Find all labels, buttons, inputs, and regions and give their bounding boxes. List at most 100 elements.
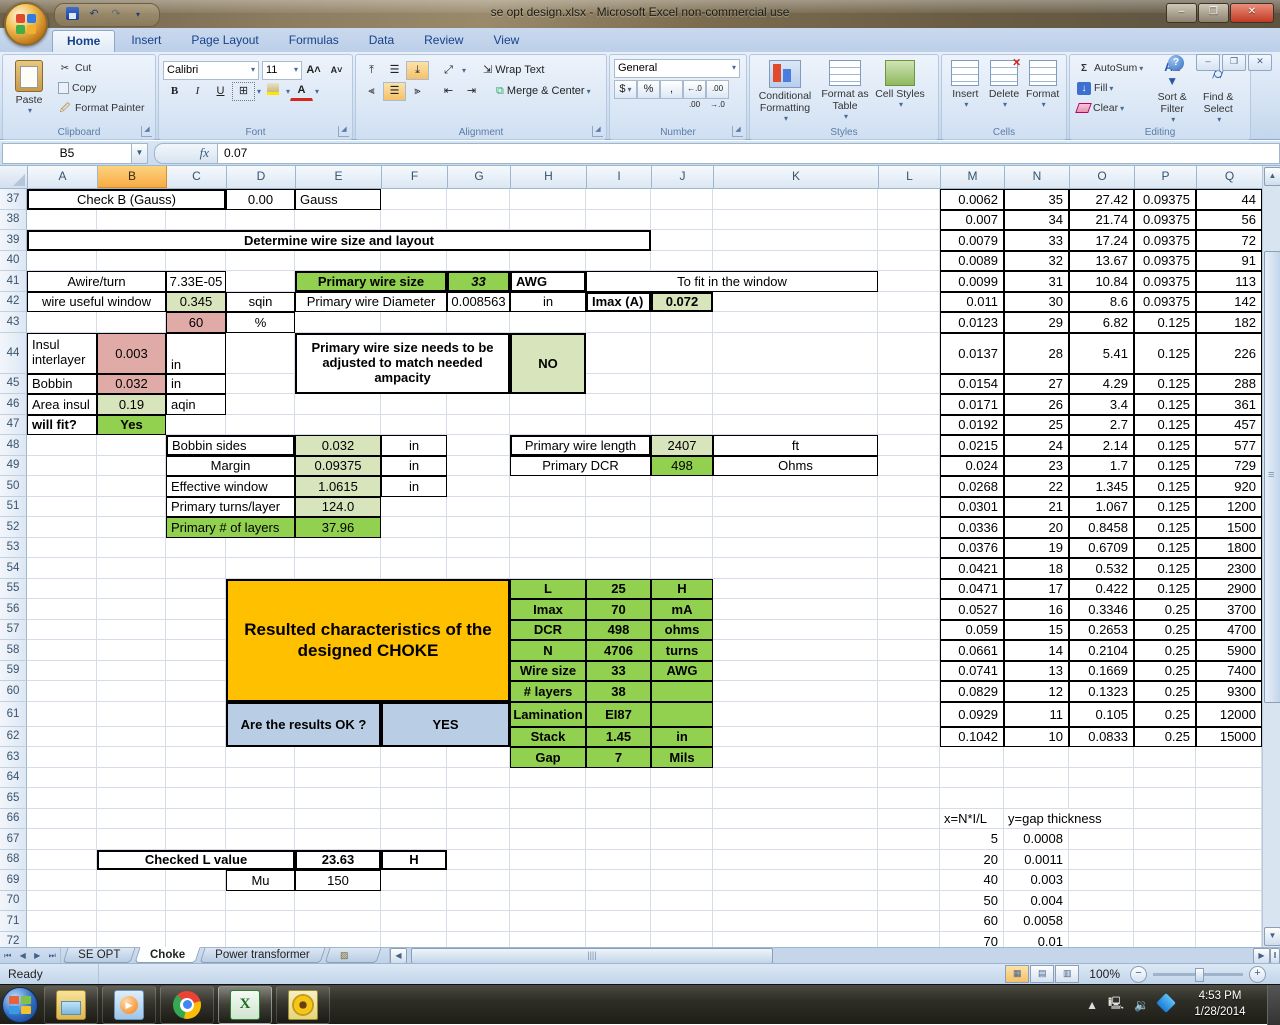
cell-G64[interactable] — [447, 768, 510, 789]
cell-J49[interactable]: 498 — [651, 456, 713, 477]
cell-K50[interactable] — [713, 476, 878, 497]
cell-C60[interactable] — [166, 681, 226, 702]
row-header-56[interactable]: 56 — [0, 599, 27, 620]
cell-L63[interactable] — [878, 747, 940, 768]
cell-Q62[interactable]: 15000 — [1196, 727, 1262, 748]
cell-G72[interactable] — [447, 932, 510, 948]
cell-M64[interactable] — [940, 768, 1004, 789]
tab-view[interactable]: View — [479, 30, 533, 52]
cell-Q69[interactable] — [1196, 870, 1262, 891]
taskbar-image-viewer[interactable] — [276, 986, 330, 1024]
decrease-indent-icon[interactable]: ⇤ — [437, 82, 460, 101]
cell-N37[interactable]: 35 — [1004, 189, 1069, 210]
cell-P57[interactable]: 0.25 — [1134, 620, 1196, 641]
cell-M38[interactable]: 0.007 — [940, 210, 1004, 231]
cell-Q59[interactable]: 7400 — [1196, 661, 1262, 682]
cell-Q50[interactable]: 920 — [1196, 476, 1262, 497]
cell-B66[interactable] — [97, 809, 166, 830]
italic-button[interactable]: I — [186, 82, 209, 101]
cell-P66[interactable] — [1134, 809, 1196, 830]
cell-C54[interactable] — [166, 558, 226, 579]
cell-A65[interactable] — [27, 788, 97, 809]
cell-F50[interactable]: in — [381, 476, 447, 497]
cell-N63[interactable] — [1004, 747, 1069, 768]
next-sheet-icon[interactable]: ▶ — [34, 951, 40, 960]
cell-N50[interactable]: 22 — [1004, 476, 1069, 497]
cell-I56[interactable]: 70 — [586, 599, 651, 620]
cell-B71[interactable] — [97, 911, 166, 932]
sheet-tab-se-opt[interactable]: SE OPT — [63, 948, 136, 963]
cell-C69[interactable] — [166, 870, 226, 891]
cell-O40[interactable]: 13.67 — [1069, 251, 1134, 272]
cell-H38[interactable] — [510, 210, 586, 231]
cell-F40[interactable] — [381, 251, 447, 272]
scroll-down-icon[interactable]: ▼ — [1264, 927, 1280, 946]
cell-J58[interactable]: turns — [651, 640, 713, 661]
cell-H55[interactable]: L — [510, 579, 586, 600]
cell-H48[interactable]: Primary wire length — [510, 435, 651, 456]
cell-Q64[interactable] — [1196, 768, 1262, 789]
cell-M52[interactable]: 0.0336 — [940, 517, 1004, 538]
increase-decimal-icon[interactable]: ←.0.00 — [683, 80, 706, 99]
cell-H58[interactable]: N — [510, 640, 586, 661]
cell-K44[interactable] — [713, 333, 878, 374]
cell-O72[interactable] — [1069, 932, 1134, 948]
cell-P44[interactable]: 0.125 — [1134, 333, 1196, 374]
cell-O42[interactable]: 8.6 — [1069, 292, 1134, 313]
cell-I46[interactable] — [586, 394, 651, 415]
cell-D41[interactable] — [226, 271, 295, 292]
zoom-slider[interactable] — [1153, 973, 1243, 976]
cell-N51[interactable]: 21 — [1004, 497, 1069, 518]
cell-I61[interactable]: EI87 — [586, 702, 651, 727]
cell-E54[interactable] — [295, 558, 381, 579]
cell-D70[interactable] — [226, 891, 295, 912]
cell-E69[interactable]: 150 — [295, 870, 381, 891]
cell-H59[interactable]: Wire size — [510, 661, 586, 682]
cell-G46[interactable] — [447, 394, 510, 415]
cell-J68[interactable] — [651, 850, 713, 871]
cell-K45[interactable] — [713, 374, 878, 395]
cell-I41[interactable]: To fit in the window — [586, 271, 878, 292]
cell-O70[interactable] — [1069, 891, 1134, 912]
clock[interactable]: 4:53 PM 1/28/2014 — [1183, 989, 1257, 1020]
col-header-P[interactable]: P — [1135, 166, 1197, 188]
percent-button[interactable]: % — [637, 80, 660, 99]
cell-L71[interactable] — [878, 911, 940, 932]
col-header-J[interactable]: J — [652, 166, 714, 188]
cell-A58[interactable] — [27, 640, 97, 661]
cell-H50[interactable] — [510, 476, 586, 497]
scroll-right-icon[interactable]: ▶ — [1253, 948, 1270, 964]
cell-L72[interactable] — [878, 932, 940, 948]
cell-O68[interactable] — [1069, 850, 1134, 871]
cell-E37[interactable]: Gauss — [295, 189, 381, 210]
cell-G70[interactable] — [447, 891, 510, 912]
cell-K67[interactable] — [713, 829, 878, 850]
cell-B45[interactable]: 0.032 — [97, 374, 166, 395]
cell-A60[interactable] — [27, 681, 97, 702]
cell-N41[interactable]: 31 — [1004, 271, 1069, 292]
cell-M41[interactable]: 0.0099 — [940, 271, 1004, 292]
cell-E49[interactable]: 0.09375 — [295, 456, 381, 477]
cell-J51[interactable] — [651, 497, 713, 518]
cell-B64[interactable] — [97, 768, 166, 789]
cell-M68[interactable]: 20 — [940, 850, 1004, 871]
cell-M71[interactable]: 60 — [940, 911, 1004, 932]
cell-J65[interactable] — [651, 788, 713, 809]
tab-split-handle[interactable]: ‖ — [1270, 948, 1280, 964]
cell-Q44[interactable]: 226 — [1196, 333, 1262, 374]
cell-C44[interactable]: in — [166, 333, 226, 374]
cell-H37[interactable] — [510, 189, 586, 210]
cell-L65[interactable] — [878, 788, 940, 809]
cell-E40[interactable] — [295, 251, 381, 272]
cell-L47[interactable] — [878, 415, 940, 436]
cell-C67[interactable] — [166, 829, 226, 850]
cell-O62[interactable]: 0.0833 — [1069, 727, 1134, 748]
row-header-71[interactable]: 71 — [0, 911, 27, 932]
cell-M61[interactable]: 0.0929 — [940, 702, 1004, 727]
cell-M54[interactable]: 0.0421 — [940, 558, 1004, 579]
tab-data[interactable]: Data — [355, 30, 408, 52]
cell-M46[interactable]: 0.0171 — [940, 394, 1004, 415]
cell-J71[interactable] — [651, 911, 713, 932]
cell-K61[interactable] — [713, 702, 878, 727]
cell-A46[interactable]: Area insul — [27, 394, 97, 415]
